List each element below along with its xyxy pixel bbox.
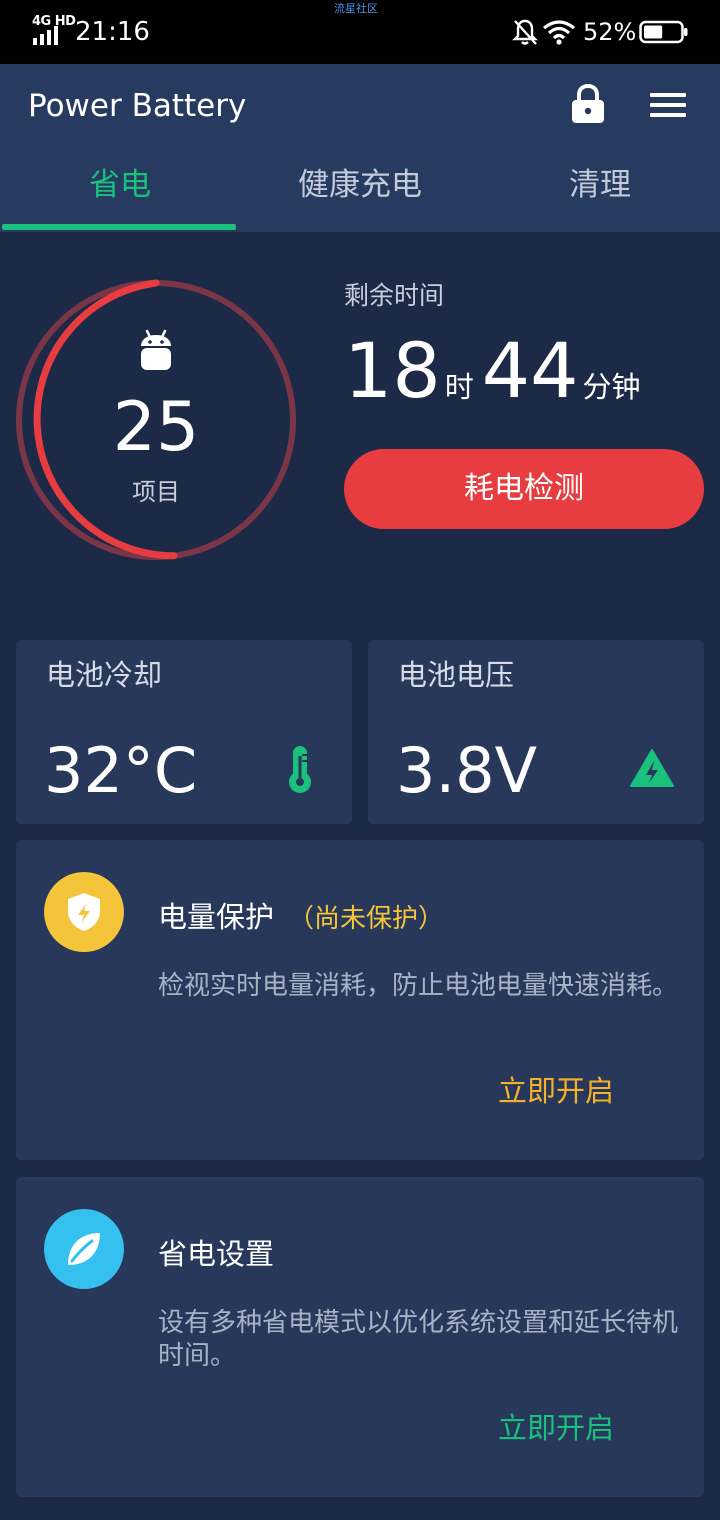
item-count: 25 bbox=[112, 388, 200, 467]
enable-protection-button[interactable]: 立即开启 bbox=[498, 1068, 614, 1110]
shield-icon bbox=[68, 893, 100, 931]
power-protection-title-text: 电量保护 bbox=[158, 900, 275, 934]
watermark-text: 流星社区 bbox=[334, 2, 378, 15]
remaining-minutes: 44 bbox=[481, 326, 579, 415]
minutes-unit: 分钟 bbox=[582, 370, 641, 404]
voltage-warning-icon bbox=[630, 749, 674, 787]
power-protection-title: 电量保护 （尚未保护） bbox=[158, 894, 444, 936]
leaf-icon bbox=[68, 1233, 100, 1265]
clock-time: 21:16 bbox=[75, 17, 150, 47]
shield-icon-badge bbox=[44, 872, 124, 952]
power-saving-settings-card[interactable]: 省电设置 设有多种省电模式以优化系统设置和延长待机时间。 立即开启 bbox=[16, 1177, 704, 1497]
power-saving-settings-description: 设有多种省电模式以优化系统设置和延长待机时间。 bbox=[158, 1308, 679, 1371]
protection-status: （尚未保护） bbox=[288, 904, 445, 934]
voltage-label: 电池电压 bbox=[398, 658, 515, 692]
hours-unit: 时 bbox=[444, 370, 474, 404]
leaf-icon-badge bbox=[44, 1209, 124, 1289]
android-icon bbox=[141, 329, 171, 370]
power-saving-settings-title: 省电设置 bbox=[158, 1237, 275, 1271]
cooling-label: 电池冷却 bbox=[46, 658, 163, 692]
active-tab-indicator bbox=[2, 224, 236, 230]
tab-healthy-charging[interactable]: 健康充电 bbox=[240, 156, 480, 232]
voltage-value: 3.8V bbox=[396, 734, 538, 807]
items-ring[interactable]: 25 项目 bbox=[14, 278, 298, 562]
enable-power-saving-button[interactable]: 立即开启 bbox=[498, 1405, 614, 1447]
lock-icon[interactable] bbox=[570, 84, 606, 124]
temperature-value: 32°C bbox=[44, 734, 198, 807]
tab-bar: 省电 健康充电 清理 bbox=[0, 156, 720, 232]
app-header: Power Battery 省电 健康充电 清理 bbox=[0, 64, 720, 232]
remaining-hours: 18 bbox=[344, 326, 441, 415]
remaining-time-label: 剩余时间 bbox=[344, 281, 445, 310]
battery-cooling-card[interactable]: 电池冷却 32°C bbox=[16, 640, 352, 824]
thermometer-icon bbox=[289, 746, 311, 793]
wifi-icon bbox=[543, 20, 575, 45]
mute-bell-icon bbox=[512, 19, 538, 45]
remaining-time: 18 时 44 分钟 bbox=[344, 326, 648, 416]
battery-percent: 52% bbox=[583, 18, 637, 46]
power-protection-card[interactable]: 电量保护 （尚未保护） 检视实时电量消耗，防止电池电量快速消耗。 立即开启 bbox=[16, 840, 704, 1160]
battery-icon bbox=[639, 20, 688, 44]
tab-cleanup[interactable]: 清理 bbox=[480, 156, 720, 232]
power-protection-description: 检视实时电量消耗，防止电池电量快速消耗。 bbox=[158, 971, 679, 1001]
item-unit-label: 项目 bbox=[132, 478, 180, 506]
app-title: Power Battery bbox=[28, 88, 247, 124]
menu-icon[interactable] bbox=[648, 90, 688, 120]
network-type: 4G HD bbox=[32, 14, 76, 29]
battery-voltage-card[interactable]: 电池电压 3.8V bbox=[368, 640, 704, 824]
tab-power-saving[interactable]: 省电 bbox=[0, 156, 240, 232]
status-bar: 4G HD 21:16 流星社区 52% bbox=[0, 0, 720, 64]
power-detect-button[interactable]: 耗电检测 bbox=[344, 449, 704, 529]
